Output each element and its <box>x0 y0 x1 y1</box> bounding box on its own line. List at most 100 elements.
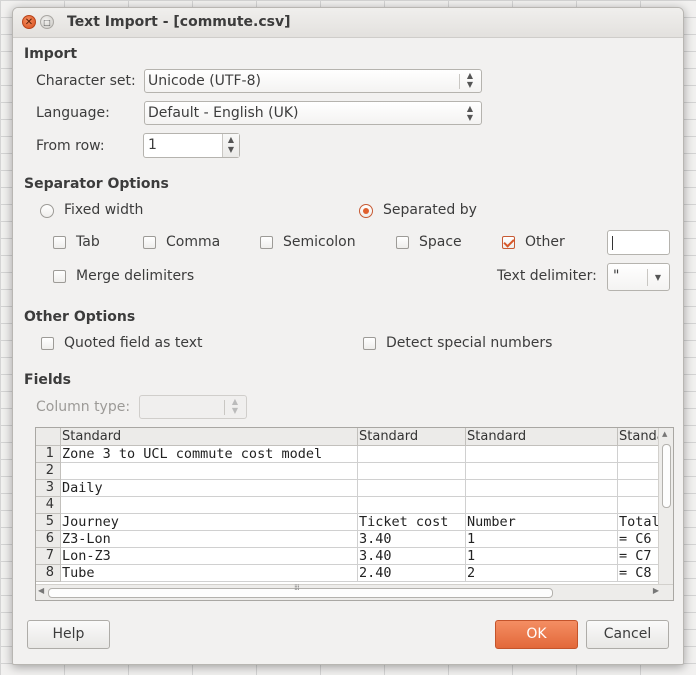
scroll-up-icon[interactable]: ▲ <box>662 430 667 438</box>
horizontal-scrollbar[interactable]: ◀ ⁞⁞⁞ ▶ <box>36 583 673 600</box>
table-cell <box>358 497 466 514</box>
space-label[interactable]: Space <box>419 234 462 250</box>
row-header: 6 <box>36 531 61 548</box>
column-type-label: Column type: <box>36 399 131 415</box>
table-cell: 2.40 <box>358 565 466 582</box>
charset-select[interactable]: Unicode (UTF-8) ▲ ▼ <box>144 69 482 93</box>
table-cell: Ticket cost <box>358 514 466 531</box>
column-header[interactable]: Standard <box>466 428 618 446</box>
table-cell <box>618 463 661 480</box>
table-cell <box>358 446 466 463</box>
table-cell: 2 <box>466 565 618 582</box>
row-header: 5 <box>36 514 61 531</box>
language-select[interactable]: Default - English (UK) ▲ ▼ <box>144 101 482 125</box>
cancel-button[interactable]: Cancel <box>586 620 669 649</box>
space-checkbox[interactable] <box>396 236 409 249</box>
ok-button[interactable]: OK <box>495 620 578 649</box>
row-header: 8 <box>36 565 61 582</box>
title-bar: ✕ □ Text Import - [commute.csv] <box>13 8 683 38</box>
vertical-scrollbar[interactable]: ▲ <box>658 428 673 585</box>
text-delimiter-combo[interactable]: " ▼ <box>607 263 670 291</box>
merge-delimiters-checkbox[interactable] <box>53 270 66 283</box>
semicolon-checkbox[interactable] <box>260 236 273 249</box>
from-row-spinner[interactable]: 1 ▲ ▼ <box>143 133 240 158</box>
text-caret <box>612 236 613 250</box>
table-cell <box>61 463 358 480</box>
horizontal-scroll-thumb[interactable] <box>48 588 553 598</box>
close-icon[interactable]: ✕ <box>22 15 36 29</box>
detect-special-numbers-label[interactable]: Detect special numbers <box>386 335 552 351</box>
table-cell <box>618 446 661 463</box>
table-cell <box>466 463 618 480</box>
table-cell: 3.40 <box>358 548 466 565</box>
help-button[interactable]: Help <box>27 620 110 649</box>
text-delimiter-value: " <box>613 268 620 284</box>
table-cell <box>466 446 618 463</box>
table-cell: Z3-Lon <box>61 531 358 548</box>
combo-separator <box>224 400 225 415</box>
chevron-down-icon[interactable]: ▼ <box>652 273 664 282</box>
table-cell: 1 <box>466 548 618 565</box>
column-header[interactable]: Standard <box>618 428 661 446</box>
other-separator-input[interactable] <box>607 230 670 255</box>
maximize-icon[interactable]: □ <box>40 15 54 29</box>
table-cell <box>618 497 661 514</box>
charset-label: Character set: <box>36 73 136 89</box>
fixed-width-radio[interactable] <box>40 204 54 218</box>
tab-checkbox[interactable] <box>53 236 66 249</box>
table-cell: Lon-Z3 <box>61 548 358 565</box>
table-cell: = C7 <box>618 548 661 565</box>
other-label[interactable]: Other <box>525 234 565 250</box>
updown-arrows-icon: ▲ ▼ <box>466 71 474 89</box>
fixed-width-label[interactable]: Fixed width <box>64 202 143 218</box>
table-cell: = C8 <box>618 565 661 582</box>
from-row-label: From row: <box>36 138 105 154</box>
column-header[interactable]: Standard <box>358 428 466 446</box>
separator-heading: Separator Options <box>24 176 169 192</box>
comma-checkbox[interactable] <box>143 236 156 249</box>
merge-delimiters-label[interactable]: Merge delimiters <box>76 268 194 284</box>
table-cell: Zone 3 to UCL commute cost model <box>61 446 358 463</box>
table-cell <box>466 480 618 497</box>
separated-by-label[interactable]: Separated by <box>383 202 477 218</box>
table-cell <box>618 480 661 497</box>
row-header: 3 <box>36 480 61 497</box>
combo-separator <box>647 269 648 286</box>
from-row-value: 1 <box>148 137 157 153</box>
row-header: 4 <box>36 497 61 514</box>
table-cell: Tube <box>61 565 358 582</box>
preview-table[interactable]: StandardStandardStandardStandard1Zone 3 … <box>36 428 661 585</box>
other-checkbox[interactable] <box>502 236 515 249</box>
scroll-left-icon[interactable]: ◀ <box>38 586 44 595</box>
grid-corner <box>36 428 61 446</box>
separated-by-radio[interactable] <box>359 204 373 218</box>
other-options-heading: Other Options <box>24 309 136 325</box>
window-title: Text Import - [commute.csv] <box>67 14 291 30</box>
quoted-field-checkbox[interactable] <box>41 337 54 350</box>
table-cell: = C6 <box>618 531 661 548</box>
table-cell <box>358 463 466 480</box>
comma-label[interactable]: Comma <box>166 234 220 250</box>
tab-label[interactable]: Tab <box>76 234 100 250</box>
table-cell: 1 <box>466 531 618 548</box>
column-header[interactable]: Standard <box>61 428 358 446</box>
detect-special-numbers-checkbox[interactable] <box>363 337 376 350</box>
spin-arrows-icon[interactable]: ▲ ▼ <box>222 134 239 157</box>
scroll-right-icon[interactable]: ▶ <box>653 586 659 595</box>
quoted-field-label[interactable]: Quoted field as text <box>64 335 203 351</box>
grip-icon: ⁞⁞⁞ <box>294 583 300 592</box>
text-import-dialog: ✕ □ Text Import - [commute.csv] Import C… <box>12 7 684 665</box>
table-cell <box>466 497 618 514</box>
import-heading: Import <box>24 46 78 62</box>
charset-value: Unicode (UTF-8) <box>148 73 261 89</box>
table-cell: 3.40 <box>358 531 466 548</box>
vertical-scroll-thumb[interactable] <box>662 444 671 508</box>
semicolon-label[interactable]: Semicolon <box>283 234 356 250</box>
column-type-select[interactable]: ▲ ▼ <box>139 395 247 419</box>
fields-preview-grid[interactable]: StandardStandardStandardStandard1Zone 3 … <box>35 427 674 601</box>
table-cell: Daily <box>61 480 358 497</box>
row-header: 7 <box>36 548 61 565</box>
text-delimiter-label: Text delimiter: <box>497 268 597 284</box>
language-label: Language: <box>36 105 110 121</box>
fields-heading: Fields <box>24 372 72 388</box>
